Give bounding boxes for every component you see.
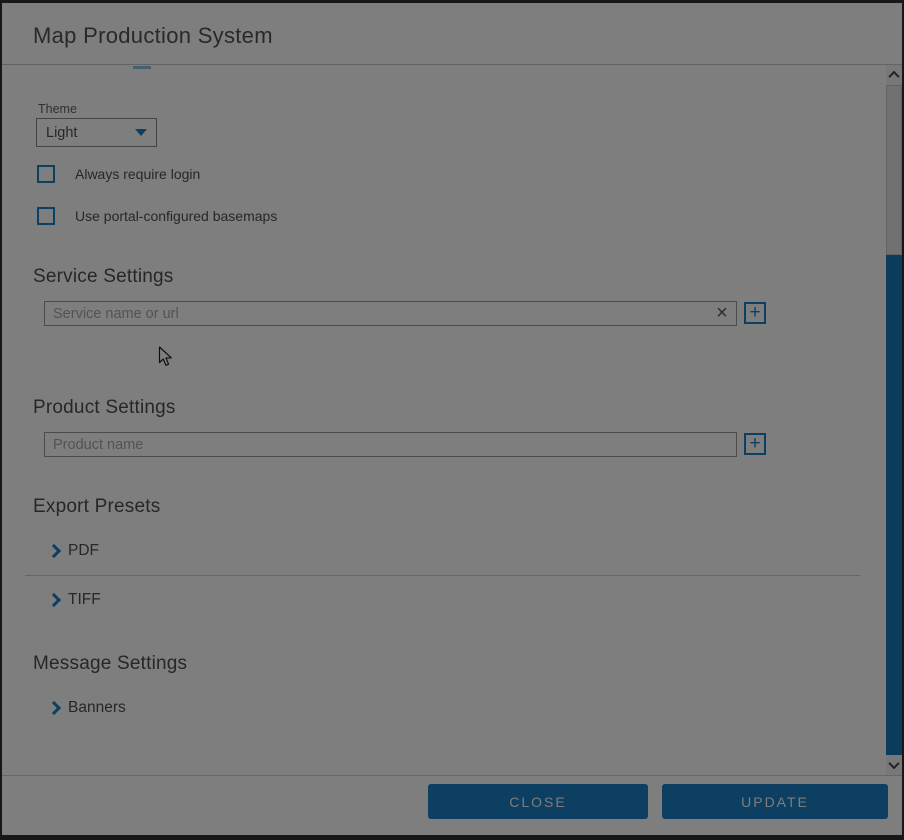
export-preset-pdf-label: PDF bbox=[68, 542, 99, 560]
product-name-input[interactable] bbox=[45, 433, 736, 456]
message-settings-heading: Message Settings bbox=[33, 653, 187, 675]
banners-label: Banners bbox=[68, 699, 126, 717]
checkbox-row-portal-basemaps: Use portal-configured basemaps bbox=[37, 207, 277, 225]
add-product-button[interactable]: + bbox=[744, 433, 766, 455]
export-presets-heading: Export Presets bbox=[33, 496, 160, 518]
service-name-input[interactable] bbox=[45, 302, 708, 325]
export-preset-pdf-row[interactable]: PDF bbox=[49, 540, 99, 562]
preset-divider bbox=[25, 575, 860, 576]
scrollbar-up-button[interactable] bbox=[886, 65, 902, 85]
add-service-button[interactable]: + bbox=[744, 302, 766, 324]
product-settings-heading: Product Settings bbox=[33, 397, 176, 419]
theme-field-label: Theme bbox=[38, 102, 77, 116]
scrollbar-track-lower[interactable] bbox=[886, 255, 902, 755]
service-settings-heading: Service Settings bbox=[33, 266, 174, 288]
always-require-login-label[interactable]: Always require login bbox=[75, 166, 200, 182]
checkbox-row-require-login: Always require login bbox=[37, 165, 200, 183]
scrollbar-thumb[interactable] bbox=[886, 85, 902, 255]
mouse-cursor bbox=[158, 346, 173, 368]
export-preset-tiff-row[interactable]: TIFF bbox=[49, 589, 101, 611]
product-input-wrap bbox=[44, 432, 737, 457]
scrollbar-down-button[interactable] bbox=[886, 755, 902, 775]
clear-icon[interactable]: × bbox=[708, 302, 736, 325]
portal-basemaps-label[interactable]: Use portal-configured basemaps bbox=[75, 208, 277, 224]
scroll-down-icon bbox=[888, 758, 899, 769]
chevron-right-icon bbox=[47, 544, 61, 558]
service-input-wrap: × bbox=[44, 301, 737, 326]
theme-select[interactable]: Light bbox=[36, 118, 157, 147]
map-production-settings-dialog: Map Production System Theme Light Always… bbox=[0, 0, 904, 840]
chevron-right-icon bbox=[47, 593, 61, 607]
always-require-login-checkbox[interactable] bbox=[37, 165, 55, 183]
banners-row[interactable]: Banners bbox=[49, 697, 126, 719]
footer-divider bbox=[2, 775, 902, 776]
scrolled-content-remnant bbox=[133, 66, 151, 69]
close-button[interactable]: CLOSE bbox=[428, 784, 648, 819]
dialog-title: Map Production System bbox=[33, 23, 273, 49]
add-icon: + bbox=[749, 433, 760, 454]
chevron-right-icon bbox=[47, 701, 61, 715]
export-preset-tiff-label: TIFF bbox=[68, 591, 101, 609]
update-button[interactable]: UPDATE bbox=[662, 784, 888, 819]
scroll-up-icon bbox=[888, 71, 899, 82]
dropdown-caret-icon bbox=[135, 129, 147, 136]
theme-select-value: Light bbox=[46, 125, 77, 141]
portal-basemaps-checkbox[interactable] bbox=[37, 207, 55, 225]
header-divider bbox=[2, 64, 902, 65]
add-icon: + bbox=[749, 302, 760, 323]
